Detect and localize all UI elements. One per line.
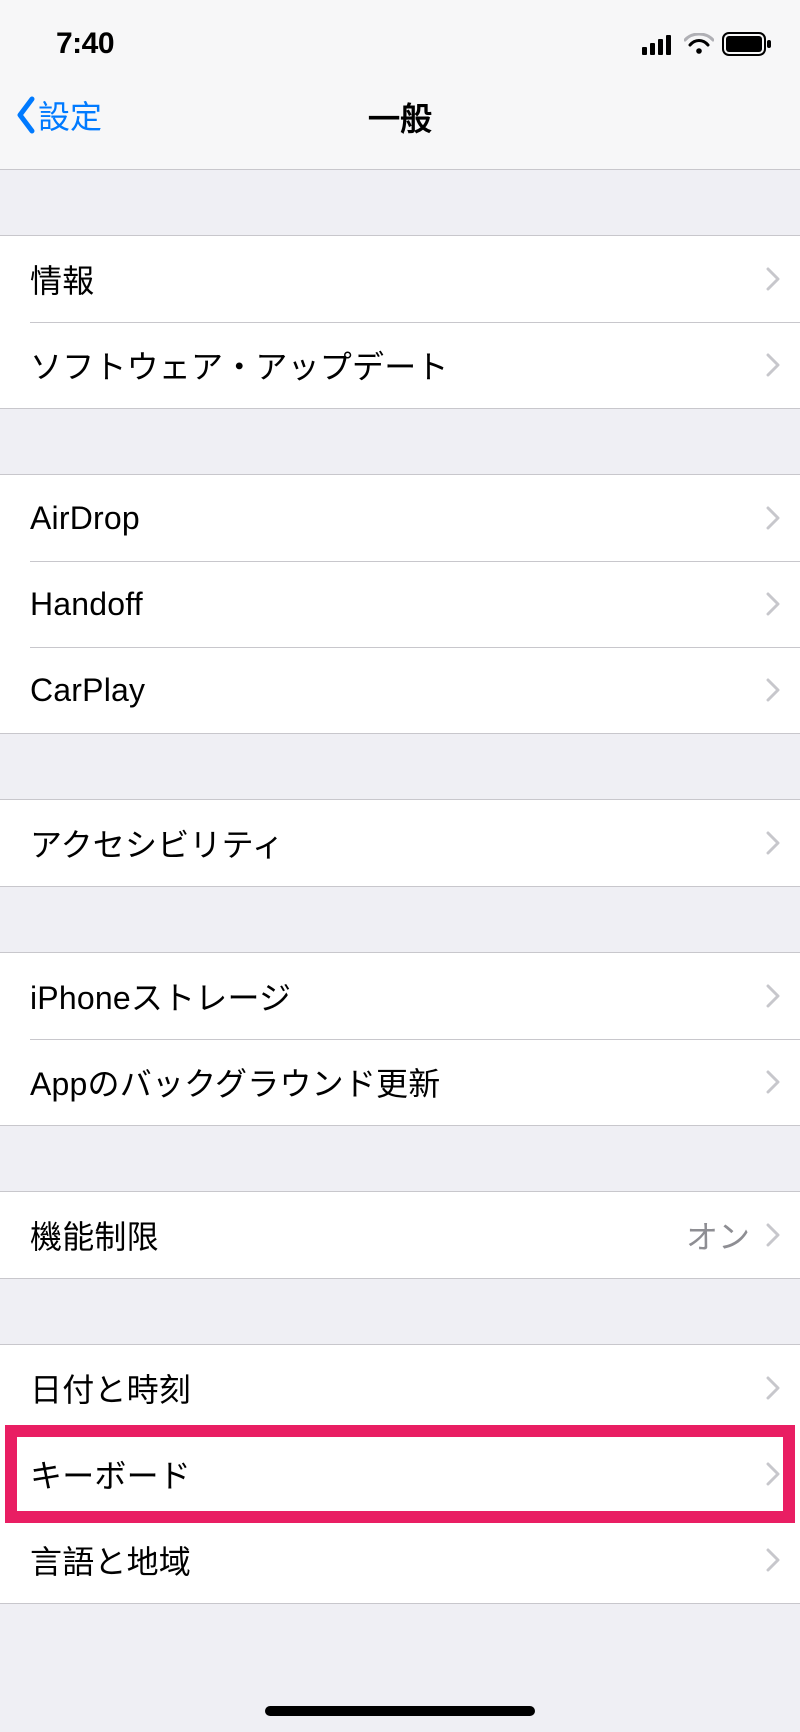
settings-row-software-update[interactable]: ソフトウェア・アップデート [0,322,800,408]
settings-row-keyboard[interactable]: キーボード [0,1431,800,1517]
settings-group: 機能制限 オン [0,1191,800,1279]
settings-group: 情報 ソフトウェア・アップデート [0,235,800,409]
row-label: アクセシビリティ [30,820,766,866]
wifi-icon [684,33,714,55]
settings-group: AirDrop Handoff CarPlay [0,474,800,734]
chevron-right-icon [766,506,780,530]
settings-row-restrictions[interactable]: 機能制限 オン [0,1192,800,1278]
chevron-right-icon [766,1462,780,1486]
row-label: 機能制限 [30,1212,686,1258]
row-label: AirDrop [30,500,766,537]
settings-group: 日付と時刻 キーボード 言語と地域 [0,1344,800,1604]
chevron-right-icon [766,1070,780,1094]
chevron-right-icon [766,1223,780,1247]
settings-group: アクセシビリティ [0,799,800,887]
battery-icon [722,32,772,56]
row-label: キーボード [30,1451,766,1497]
chevron-right-icon [766,984,780,1008]
page-title: 一般 [368,94,432,140]
status-time: 7:40 [56,27,114,61]
row-label: 情報 [30,256,766,302]
settings-row-language-region[interactable]: 言語と地域 [0,1517,800,1603]
settings-row-information[interactable]: 情報 [0,236,800,322]
settings-row-iphone-storage[interactable]: iPhoneストレージ [0,953,800,1039]
back-label: 設定 [38,92,102,138]
settings-row-date-time[interactable]: 日付と時刻 [0,1345,800,1431]
row-label: ソフトウェア・アップデート [30,342,766,388]
settings-group: iPhoneストレージ Appのバックグラウンド更新 [0,952,800,1126]
status-indicators [642,32,772,56]
back-chevron-icon [14,95,38,135]
row-label: iPhoneストレージ [30,973,766,1019]
settings-row-airdrop[interactable]: AirDrop [0,475,800,561]
chevron-right-icon [766,1548,780,1572]
row-value: オン [686,1212,750,1258]
settings-row-carplay[interactable]: CarPlay [0,647,800,733]
chevron-right-icon [766,267,780,291]
back-button[interactable]: 設定 [0,88,102,138]
settings-row-background-app-refresh[interactable]: Appのバックグラウンド更新 [0,1039,800,1125]
row-label: CarPlay [30,672,766,709]
settings-row-handoff[interactable]: Handoff [0,561,800,647]
row-label: 言語と地域 [30,1537,766,1583]
home-indicator[interactable] [265,1706,535,1716]
cellular-icon [642,33,676,55]
nav-bar: 設定 一般 [0,88,800,170]
settings-row-accessibility[interactable]: アクセシビリティ [0,800,800,886]
chevron-right-icon [766,592,780,616]
row-label: Appのバックグラウンド更新 [30,1059,766,1105]
chevron-right-icon [766,831,780,855]
status-bar: 7:40 [0,0,800,88]
chevron-right-icon [766,353,780,377]
chevron-right-icon [766,1376,780,1400]
row-label: 日付と時刻 [30,1365,766,1411]
row-label: Handoff [30,586,766,623]
chevron-right-icon [766,678,780,702]
settings-list[interactable]: 情報 ソフトウェア・アップデート AirDrop Handoff CarPlay… [0,170,800,1604]
